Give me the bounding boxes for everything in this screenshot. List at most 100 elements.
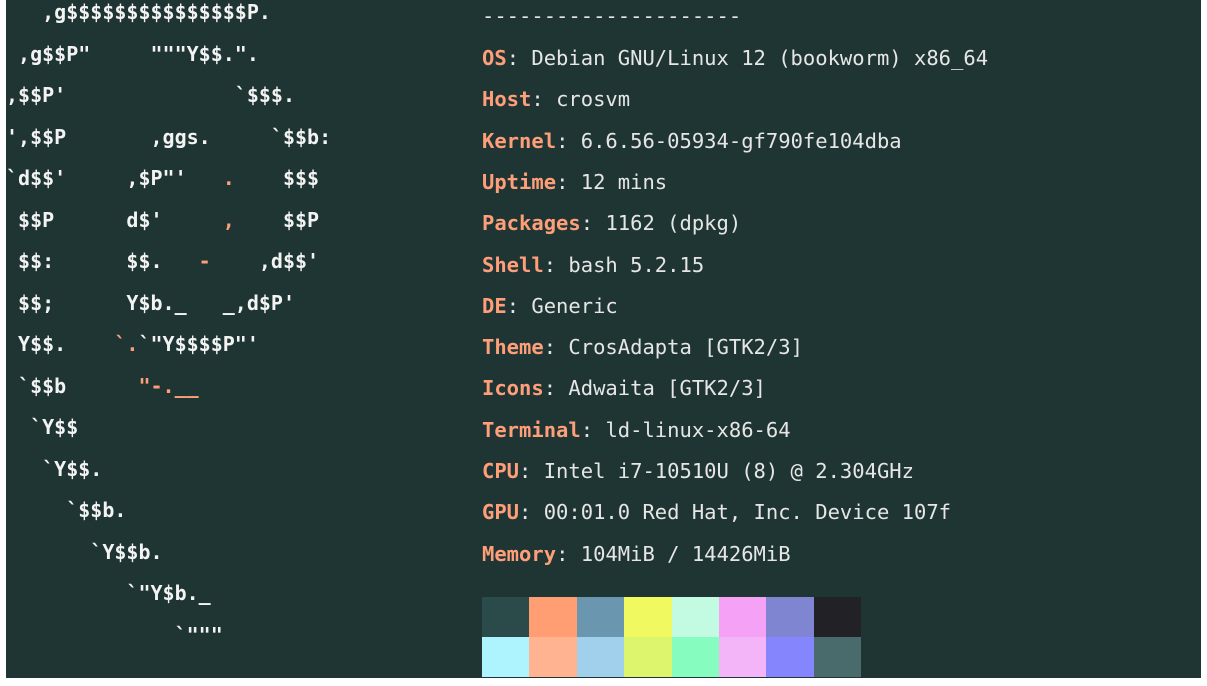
logo-segment: $$P — [234, 207, 320, 232]
info-key: Host — [482, 87, 532, 112]
info-colon: : — [556, 169, 581, 194]
info-colon: : — [543, 335, 569, 360]
logo-segment: ,g$$$$$$$$$$$$$$$P. — [6, 0, 271, 24]
info-colon: : — [506, 46, 532, 70]
info-key: Packages — [482, 211, 581, 236]
logo-segment: `$$b — [6, 373, 139, 398]
info-line-kernel: Kernel: 6.6.56-05934-gf790fe104dba — [482, 130, 902, 152]
logo-segment: $$; Y$b._ _,d$P' — [6, 290, 295, 315]
info-line-terminal: Terminal: ld-linux-x86-64 — [482, 419, 791, 441]
separator-line: --------------------- — [482, 4, 742, 28]
logo-segment: - — [198, 249, 211, 273]
logo-line: `"Y$b._ — [6, 581, 211, 605]
palette-swatch — [482, 597, 530, 637]
info-colon: : — [543, 376, 569, 401]
logo-line: `$$b. — [6, 500, 126, 520]
logo-segment: `d$$' ,$P"' — [6, 166, 223, 190]
logo-segment: Y$$. — [6, 332, 115, 356]
palette-swatch — [624, 597, 672, 637]
info-key: Uptime — [482, 169, 557, 194]
palette-swatch — [529, 597, 577, 637]
logo-line: ,g$$P" """Y$$.". — [6, 44, 259, 64]
info-value: 00:01.0 Red Hat, Inc. Device 107f — [543, 500, 952, 525]
palette-swatch — [624, 637, 672, 677]
info-value: Adwaita [GTK2/3] — [568, 376, 766, 401]
info-key: Kernel — [482, 128, 557, 153]
logo-segment: `"Y$$$$P"' — [138, 332, 259, 356]
info-colon: : — [580, 417, 606, 442]
palette-swatch — [671, 597, 719, 637]
logo-segment: `Y$$ — [6, 415, 79, 439]
info-line-cpu: CPU: Intel i7-10510U (8) @ 2.304GHz — [482, 460, 914, 482]
palette-swatch — [482, 637, 530, 677]
info-key: DE — [482, 293, 507, 318]
info-line-shell: Shell: bash 5.2.15 — [482, 254, 704, 276]
palette-swatch — [529, 637, 577, 677]
info-colon: : — [543, 252, 569, 277]
info-key: OS — [482, 46, 507, 70]
info-value: 1162 (dpkg) — [605, 211, 742, 236]
logo-segment: $$: $$. — [6, 249, 199, 273]
palette-swatch — [576, 637, 625, 677]
info-value: 12 mins — [580, 169, 668, 194]
info-line-theme: Theme: CrosAdapta [GTK2/3] — [482, 336, 803, 358]
palette-swatch — [576, 597, 625, 637]
info-colon: : — [531, 87, 557, 112]
logo-segment: ',$$P ,ggs. `$$b: — [6, 124, 332, 149]
logo-segment: $$P d$' — [6, 207, 223, 232]
info-line-host: Host: crosvm — [482, 88, 630, 110]
info-line-os: OS: Debian GNU/Linux 12 (bookworm) x86_6… — [482, 47, 988, 69]
info-line-uptime: Uptime: 12 mins — [482, 171, 667, 193]
logo-segment: `. — [114, 332, 139, 356]
logo-line: `Y$$ — [6, 417, 78, 437]
logo-line: `Y$$b. — [6, 542, 162, 562]
info-value: crosvm — [556, 87, 631, 112]
info-value: ld-linux-x86-64 — [605, 417, 791, 442]
logo-segment: `Y$$. — [6, 456, 103, 481]
info-key: Memory — [482, 541, 557, 566]
info-key: GPU — [482, 500, 520, 525]
info-key: Icons — [482, 376, 544, 401]
info-line-memory: Memory: 104MiB / 14426MiB — [482, 543, 791, 565]
logo-segment: ,$$P' `$$$. — [6, 83, 295, 107]
info-colon: : — [519, 500, 544, 525]
palette-swatch — [813, 597, 862, 637]
terminal-window[interactable]: ,g$$$$$$$$$$$$$$$P. ,g$$P" """Y$$.". ,$$P… — [6, 0, 1201, 678]
palette-swatch — [766, 637, 814, 677]
info-value: Debian GNU/Linux 12 (bookworm) x86_64 — [531, 46, 989, 70]
info-colon: : — [519, 459, 544, 483]
logo-line: ',$$P ,ggs. `$$b: — [6, 127, 331, 147]
logo-line: Y$$. `.`"Y$$$$P"' — [6, 334, 259, 354]
palette-swatch — [766, 597, 814, 637]
info-value: bash 5.2.15 — [568, 252, 705, 277]
logo-line: `""" — [6, 625, 223, 645]
info-line-de: DE: Generic — [482, 295, 618, 317]
logo-line: `d$$' ,$P"' . $$$ — [6, 168, 319, 188]
info-value: Generic — [531, 293, 618, 318]
color-palette — [482, 597, 862, 677]
info-value: 104MiB / 14426MiB — [580, 541, 791, 566]
logo-segment: $$$ — [234, 166, 320, 190]
logo-line: ,$$P' `$$$. — [6, 85, 295, 105]
logo-line: `Y$$. — [6, 459, 102, 479]
logo-segment: ,g$$P" """Y$$.". — [6, 41, 259, 66]
info-line-icons: Icons: Adwaita [GTK2/3] — [482, 377, 766, 399]
info-key: Terminal — [482, 417, 581, 442]
info-colon: : — [556, 128, 581, 153]
palette-swatch — [671, 637, 719, 677]
logo-segment: ,d$$' — [210, 249, 320, 273]
logo-segment: `$$b. — [6, 498, 127, 522]
logo-line: $$: $$. - ,d$$' — [6, 251, 319, 271]
logo-segment: `"Y$b._ — [6, 581, 211, 605]
logo-segment: "-.__ — [138, 373, 199, 398]
palette-swatch — [813, 637, 862, 677]
info-key: Shell — [482, 252, 544, 277]
info-key: CPU — [482, 459, 520, 483]
logo-line: ,g$$$$$$$$$$$$$$$P. — [6, 2, 271, 22]
info-value: Intel i7-10510U (8) @ 2.304GHz — [543, 459, 914, 483]
info-value: 6.6.56-05934-gf790fe104dba — [580, 128, 902, 153]
palette-swatch — [719, 637, 767, 677]
info-colon: : — [556, 541, 581, 566]
info-key: Theme — [482, 335, 544, 360]
info-line-gpu: GPU: 00:01.0 Red Hat, Inc. Device 107f — [482, 501, 951, 523]
